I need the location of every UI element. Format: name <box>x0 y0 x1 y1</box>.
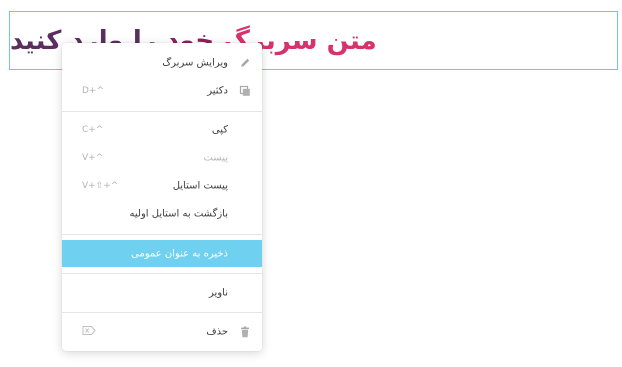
delete-key-icon <box>82 326 96 339</box>
menu-item-label: دکثیر <box>207 85 228 97</box>
menu-separator <box>62 312 262 313</box>
duplicate-icon <box>238 84 252 98</box>
menu-item-duplicate[interactable]: دکثیر D+^ <box>62 78 262 104</box>
menu-separator <box>62 111 262 112</box>
menu-item-label: ناویر <box>209 287 228 299</box>
menu-item-shortcut: D+^ <box>82 86 105 96</box>
menu-item-reset-style[interactable]: بازگشت به استایل اولیه <box>62 201 262 227</box>
menu-item-shortcut: C+^ <box>82 125 104 135</box>
menu-item-paste[interactable]: پیست V+^ <box>62 145 262 171</box>
menu-item-shortcut: V+^ <box>82 153 104 163</box>
menu-item-paste-style[interactable]: پیست استایل V+⇧+^ <box>62 173 262 199</box>
menu-item-shortcut: V+⇧+^ <box>82 181 119 191</box>
menu-separator <box>62 273 262 274</box>
menu-item-copy[interactable]: کپی C+^ <box>62 117 262 143</box>
trash-icon <box>238 325 252 339</box>
menu-item-label: ویرایش سربرگ <box>162 57 228 69</box>
menu-item-delete[interactable]: حذف <box>62 319 262 345</box>
menu-item-label: پیست <box>203 152 228 164</box>
menu-separator <box>62 234 262 235</box>
menu-item-save-as-global[interactable]: ذخیره به عنوان عمومی <box>62 240 262 267</box>
context-menu: ویرایش سربرگ دکثیر D+^ کپی C+^ پیست V+^ … <box>62 43 262 351</box>
menu-item-label: کپی <box>211 124 228 136</box>
menu-item-label: بازگشت به استایل اولیه <box>129 208 228 220</box>
menu-item-edit-heading[interactable]: ویرایش سربرگ <box>62 50 262 76</box>
menu-item-label: ذخیره به عنوان عمومی <box>131 248 228 259</box>
pencil-icon <box>238 56 252 70</box>
menu-item-label: حذف <box>206 326 228 338</box>
menu-item-navigator[interactable]: ناویر <box>62 280 262 306</box>
menu-item-label: پیست استایل <box>172 180 228 192</box>
